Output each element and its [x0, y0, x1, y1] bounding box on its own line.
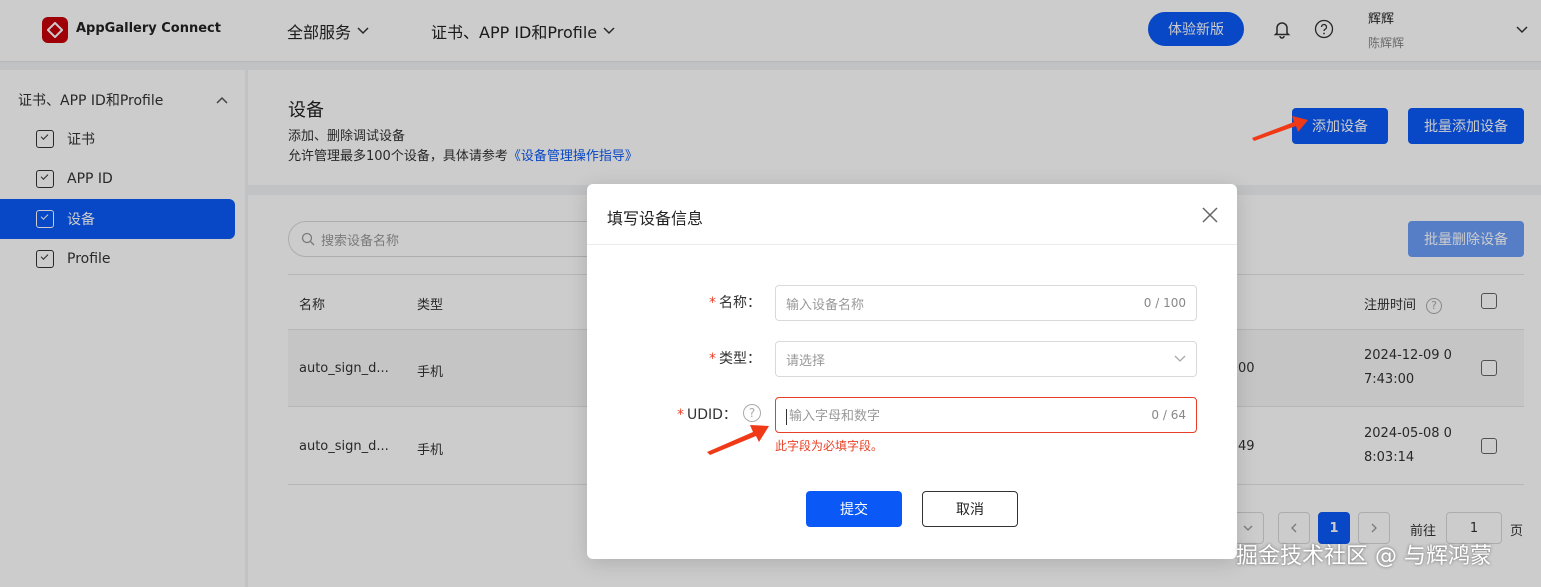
- close-icon[interactable]: [1199, 204, 1221, 226]
- name-field-label: * 名称：: [709, 292, 761, 312]
- required-mark: *: [677, 407, 684, 423]
- dialog-divider: [587, 244, 1237, 245]
- type-field-label-text: 类型：: [719, 351, 761, 367]
- dialog-title: 填写设备信息: [607, 209, 704, 228]
- device-info-dialog: 填写设备信息 * 名称： 输入设备名称 0 / 100 * 类型： 请选择 * UDI…: [587, 184, 1237, 559]
- submit-button[interactable]: 提交: [806, 491, 902, 527]
- device-type-placeholder: 请选择: [786, 353, 826, 369]
- udid-error-message: 此字段为必填字段。: [775, 439, 884, 453]
- annotation-arrow-icon: [707, 425, 769, 455]
- annotation-arrow-icon: [1252, 116, 1308, 141]
- device-type-select[interactable]: 请选择: [775, 341, 1197, 377]
- udid-counter: 0 / 64: [1151, 408, 1186, 422]
- device-name-placeholder: 输入设备名称: [786, 297, 865, 313]
- text-caret: [786, 408, 787, 425]
- required-mark: *: [709, 351, 716, 367]
- cancel-button[interactable]: 取消: [922, 491, 1018, 527]
- name-field-label-text: 名称：: [719, 295, 761, 311]
- watermark-text: 掘金技术社区 @ 与辉鸿蒙: [1236, 544, 1492, 569]
- device-name-counter: 0 / 100: [1143, 296, 1186, 310]
- chevron-down-icon: [1174, 355, 1186, 362]
- required-mark: *: [709, 295, 716, 311]
- type-field-label: * 类型：: [709, 348, 761, 368]
- udid-placeholder: 输入字母和数字: [789, 409, 881, 425]
- udid-input[interactable]: 输入字母和数字 0 / 64: [775, 397, 1197, 433]
- device-name-input[interactable]: 输入设备名称 0 / 100: [775, 285, 1197, 321]
